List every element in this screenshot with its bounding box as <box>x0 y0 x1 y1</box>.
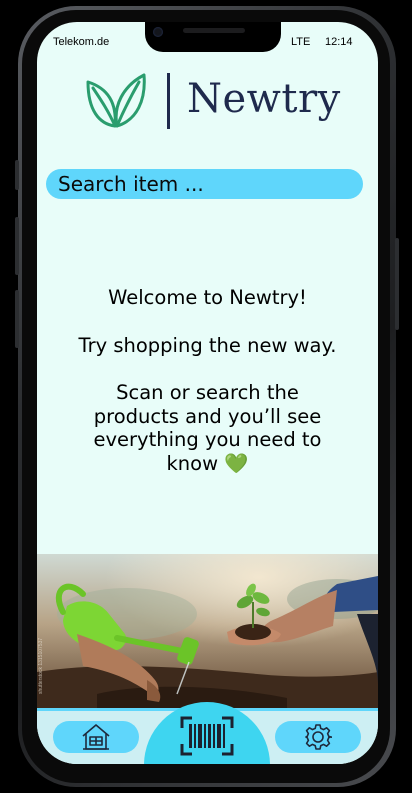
gear-icon <box>305 724 332 750</box>
leaves-icon <box>86 73 146 128</box>
search-placeholder: Search item ... <box>58 172 204 196</box>
volume-up-button <box>15 217 19 275</box>
status-carrier: Telekom.de <box>53 36 110 48</box>
app-screen: Telekom.de LTE 12:14 Newtry Search item … <box>37 22 378 764</box>
earpiece-speaker <box>183 28 245 33</box>
hero-photo: shutterstock 1315107537 <box>37 554 378 710</box>
volume-down-button <box>15 290 19 348</box>
app-logo: Newtry <box>83 70 340 132</box>
logo-divider <box>167 73 170 129</box>
home-button[interactable] <box>53 721 139 753</box>
photo-watermark: shutterstock 1315107537 <box>38 638 44 694</box>
notch <box>145 22 281 52</box>
front-camera <box>153 27 163 37</box>
settings-button[interactable] <box>275 721 361 753</box>
mute-switch <box>15 160 19 190</box>
brand-name: Newtry <box>187 76 341 122</box>
status-network: LTE <box>291 36 311 48</box>
search-input[interactable]: Search item ... <box>46 169 363 199</box>
welcome-tagline: Try shopping the new way. <box>78 333 337 357</box>
status-time: 12:14 <box>325 36 353 48</box>
house-icon <box>82 724 110 750</box>
barcode-scan-icon <box>180 716 234 756</box>
welcome-title: Welcome to Newtry! <box>108 286 307 309</box>
welcome-instructions: Scan or search the products and you’ll s… <box>93 381 322 475</box>
power-button <box>395 238 399 330</box>
green-heart-icon: 💚 <box>224 451 249 475</box>
welcome-message: Welcome to Newtry! Try shopping the new … <box>37 286 378 475</box>
